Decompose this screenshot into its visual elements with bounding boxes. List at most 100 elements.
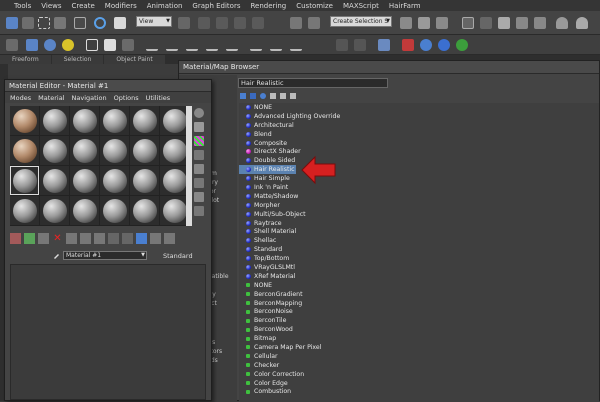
layer-manager-icon[interactable] <box>400 17 412 29</box>
select-by-material-icon[interactable] <box>194 206 204 216</box>
mirror-icon[interactable] <box>290 17 302 29</box>
browser-list-item[interactable]: BerconGradient <box>239 290 599 299</box>
browser-list-item[interactable]: XRef Material <box>239 272 599 281</box>
pivot-icon[interactable] <box>178 17 190 29</box>
spline-icon[interactable] <box>86 39 98 51</box>
list-view-icon[interactable] <box>240 92 246 99</box>
gear-icon[interactable] <box>62 39 74 51</box>
eye-icon[interactable] <box>420 39 432 51</box>
menu-navigation[interactable]: Navigation <box>72 94 107 102</box>
browser-list-item[interactable]: Color Edge <box>239 379 599 388</box>
tab-freeform[interactable]: Freeform <box>0 55 51 64</box>
copy-material-icon[interactable] <box>66 233 77 244</box>
material-slot[interactable] <box>40 106 69 135</box>
browser-list-item[interactable]: Ink 'n Paint <box>239 183 599 192</box>
box-icon[interactable] <box>26 39 38 51</box>
show-in-viewport-icon[interactable] <box>122 233 133 244</box>
select-object-icon[interactable] <box>6 17 18 29</box>
sample-type-icon[interactable] <box>194 108 204 118</box>
help-icon[interactable] <box>438 39 450 51</box>
menu-create[interactable]: Create <box>72 2 95 10</box>
browser-list-item[interactable]: BerconMapping <box>239 299 599 308</box>
loft-icon[interactable] <box>226 39 238 51</box>
material-slot[interactable] <box>160 196 189 225</box>
window-crossing-icon[interactable] <box>54 17 66 29</box>
browser-list-item[interactable]: Advanced Lighting Override <box>239 112 599 121</box>
path-icon[interactable] <box>250 39 262 51</box>
background-icon[interactable] <box>194 136 204 146</box>
render-teapot-icon[interactable] <box>556 17 568 29</box>
region-select-icon[interactable] <box>38 17 50 29</box>
go-forward-icon[interactable] <box>164 233 175 244</box>
browser-list-item[interactable]: Top/Bottom <box>239 254 599 263</box>
text-icon[interactable] <box>104 39 116 51</box>
put-to-scene-icon[interactable] <box>24 233 35 244</box>
video-check-icon[interactable] <box>194 164 204 174</box>
menu-modifiers[interactable]: Modifiers <box>105 2 137 10</box>
menu-animation[interactable]: Animation <box>147 2 183 10</box>
make-unique-icon[interactable] <box>80 233 91 244</box>
curve-editor-icon[interactable] <box>462 17 474 29</box>
browser-list-item[interactable]: Standard <box>239 245 599 254</box>
browser-list-item[interactable]: Checker <box>239 361 599 370</box>
tab-selection[interactable]: Selection <box>51 55 104 64</box>
move-icon[interactable] <box>74 17 86 29</box>
angle-snap-icon[interactable] <box>216 17 228 29</box>
browser-list-item[interactable]: Hair Realistic <box>239 165 296 175</box>
sort-icon[interactable] <box>250 92 256 99</box>
material-id-icon[interactable] <box>108 233 119 244</box>
backlight-icon[interactable] <box>194 122 204 132</box>
bend-icon[interactable] <box>270 39 282 51</box>
material-slot[interactable] <box>40 136 69 165</box>
browser-list-item[interactable]: BerconWood <box>239 325 599 334</box>
tools-icon[interactable] <box>280 92 286 99</box>
browser-list-item[interactable]: Double Sided <box>239 156 599 165</box>
show-end-result-icon[interactable] <box>136 233 147 244</box>
render-setup-icon[interactable] <box>516 17 528 29</box>
globe-icon[interactable] <box>456 39 468 51</box>
browser-list-item[interactable]: Combustion <box>239 388 599 397</box>
browser-list-item[interactable]: BerconTile <box>239 316 599 325</box>
menu-rendering[interactable]: Rendering <box>250 2 286 10</box>
get-material-icon[interactable] <box>10 233 21 244</box>
menu-material[interactable]: Material <box>38 94 64 102</box>
go-to-parent-icon[interactable] <box>150 233 161 244</box>
rendered-frame-icon[interactable] <box>534 17 546 29</box>
view-dropdown[interactable]: View ▼ <box>136 16 172 27</box>
browser-list-item[interactable]: Cellular <box>239 352 599 361</box>
schematic-view-icon[interactable] <box>480 17 492 29</box>
browser-list-item[interactable]: Blend <box>239 130 599 139</box>
browser-list-item[interactable]: Camera Map Per Pixel <box>239 343 599 352</box>
material-slot[interactable] <box>160 166 189 195</box>
material-slot[interactable] <box>40 166 69 195</box>
browser-list-item[interactable]: VRayGLSLMtl <box>239 263 599 272</box>
percent-snap-icon[interactable] <box>234 17 246 29</box>
align-icon[interactable] <box>308 17 320 29</box>
tab-object-paint[interactable]: Object Paint <box>104 55 165 64</box>
link-icon[interactable] <box>6 39 18 51</box>
material-slot[interactable] <box>160 106 189 135</box>
menu-customize[interactable]: Customize <box>296 2 333 10</box>
camera-icon[interactable] <box>122 39 134 51</box>
browser-search-input[interactable]: Hair Realistic <box>238 78 388 88</box>
browser-list-item[interactable]: Shell Material <box>239 227 599 236</box>
options-icon[interactable] <box>260 92 266 99</box>
browser-list-item[interactable]: NONE <box>239 281 599 290</box>
material-slot[interactable] <box>70 136 99 165</box>
snap-icon[interactable] <box>198 17 210 29</box>
scale-icon[interactable] <box>114 17 126 29</box>
material-slot[interactable] <box>130 166 159 195</box>
menu-hairfarm[interactable]: HairFarm <box>389 2 421 10</box>
material-slot[interactable] <box>100 136 129 165</box>
make-preview-icon[interactable] <box>194 178 204 188</box>
material-slot[interactable] <box>10 196 39 225</box>
browser-list-item[interactable]: Multi/Sub-Object <box>239 210 599 219</box>
display-icon[interactable] <box>378 39 390 51</box>
material-slot[interactable] <box>70 166 99 195</box>
curve-icon[interactable] <box>186 39 198 51</box>
put-to-library-icon[interactable] <box>94 233 105 244</box>
add-icon[interactable] <box>270 92 276 99</box>
material-editor-icon[interactable] <box>498 17 510 29</box>
browser-list-item[interactable]: Morpher <box>239 201 599 210</box>
spinner-snap-icon[interactable] <box>252 17 264 29</box>
